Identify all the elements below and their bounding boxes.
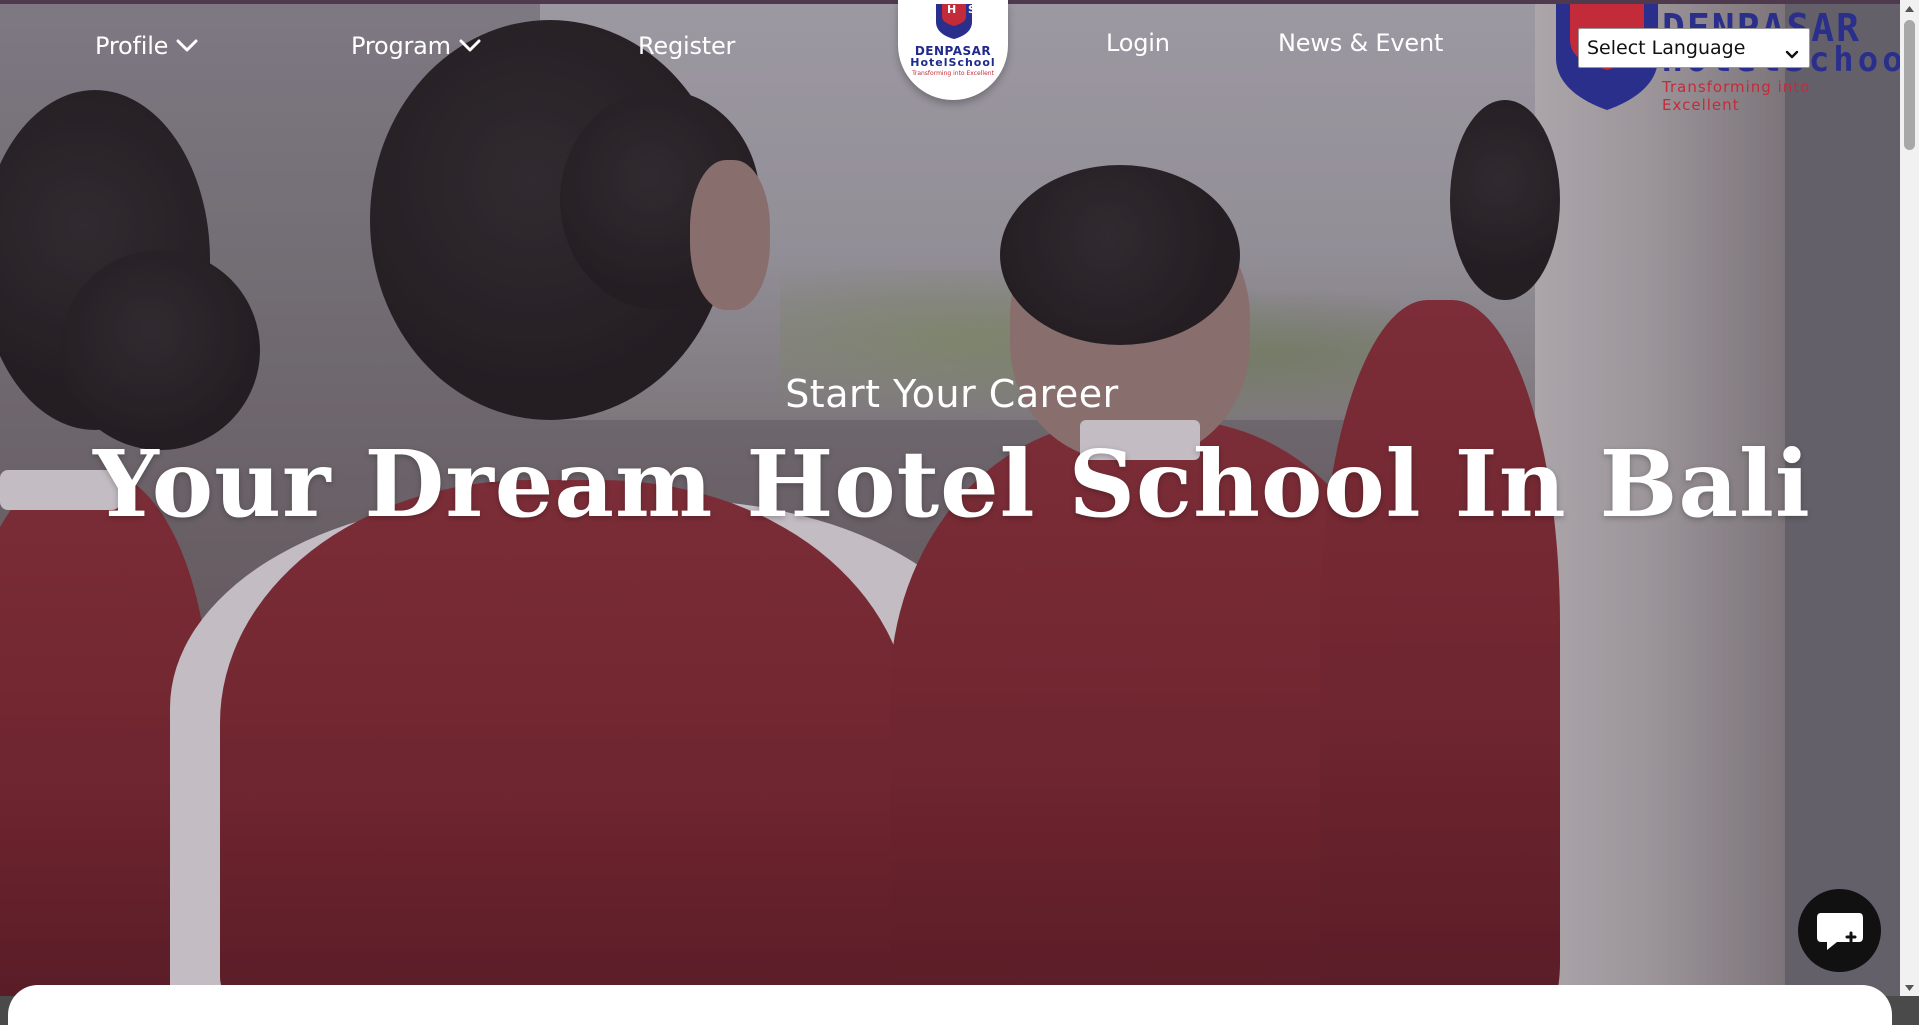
nav-login-label: Login — [1106, 29, 1170, 57]
language-select[interactable]: Select Language — [1578, 28, 1810, 68]
chat-button[interactable] — [1798, 889, 1881, 972]
logo-tagline: Transforming into Excellent — [912, 70, 994, 77]
nav-program[interactable]: Program — [351, 32, 481, 60]
nav-profile[interactable]: Profile — [95, 32, 198, 60]
logo-line-2: HotelSchool — [910, 56, 996, 69]
scrollbar-thumb[interactable] — [1904, 20, 1915, 150]
nav-news-event-label: News & Event — [1278, 29, 1444, 57]
scroll-down-icon[interactable] — [1900, 979, 1919, 996]
nav-program-label: Program — [351, 32, 451, 60]
center-logo[interactable]: D H S DENPASAR HotelSchool Transforming … — [898, 0, 1008, 104]
chevron-down-icon — [176, 39, 198, 53]
scroll-up-icon[interactable] — [1900, 0, 1919, 17]
nav-news-event[interactable]: News & Event — [1278, 29, 1443, 57]
language-select-value: Select Language — [1587, 37, 1746, 59]
nav-register[interactable]: Register — [638, 32, 735, 60]
hero-headline: Your Dream Hotel School In Bali — [93, 430, 1811, 538]
corner-logo-tagline: Transforming into Excellent — [1662, 78, 1811, 114]
page-scrollbar[interactable] — [1900, 0, 1919, 996]
hero-subtitle: Start Your Career — [785, 372, 1119, 416]
chat-bubble-plus-icon — [1816, 912, 1863, 950]
logo-crest-letters: D H S — [926, 3, 980, 16]
chevron-down-icon — [459, 39, 481, 53]
chevron-down-icon — [1785, 43, 1799, 59]
nav-profile-label: Profile — [95, 32, 169, 60]
content-card-top — [8, 985, 1892, 1025]
nav-login[interactable]: Login — [1106, 29, 1170, 57]
nav-register-label: Register — [638, 32, 736, 60]
